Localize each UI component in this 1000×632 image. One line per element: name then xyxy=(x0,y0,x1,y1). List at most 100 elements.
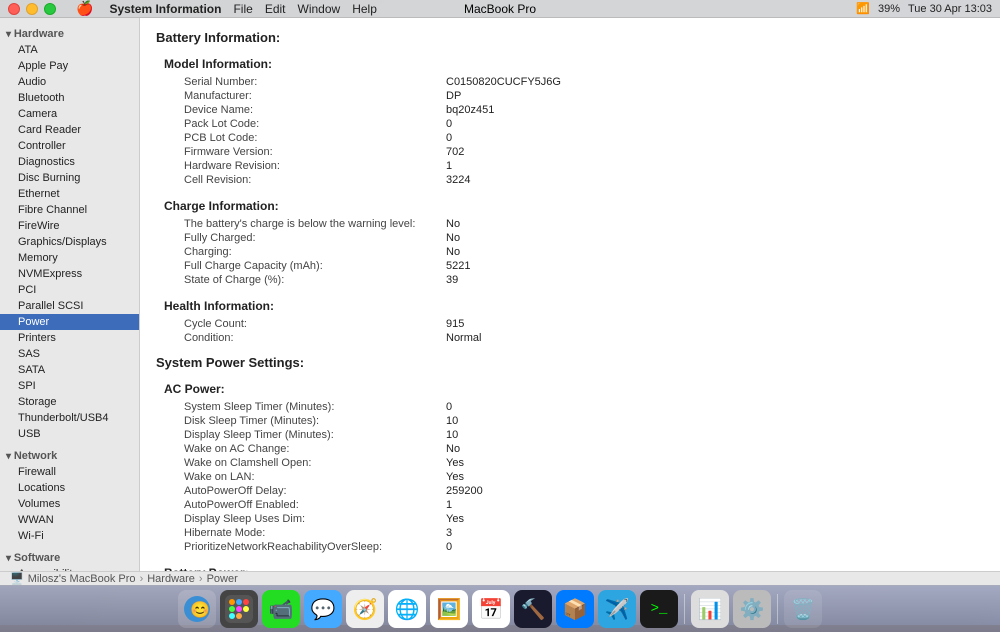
sidebar-group-network[interactable]: Network xyxy=(0,448,139,464)
statusbar: 🖥️ Milosz's MacBook Pro › Hardware › Pow… xyxy=(0,571,1000,585)
dock-telegram[interactable]: ✈️ xyxy=(598,590,636,628)
menu-help[interactable]: Help xyxy=(352,2,377,16)
sidebar-item-graphics-displays[interactable]: Graphics/Displays xyxy=(0,234,139,250)
sidebar-item-locations[interactable]: Locations xyxy=(0,480,139,496)
content-area: Battery Information: Model Information: … xyxy=(140,18,1000,571)
sidebar-item-ata[interactable]: ATA xyxy=(0,42,139,58)
table-row: System Sleep Timer (Minutes):0 xyxy=(164,400,984,414)
traffic-lights xyxy=(8,3,56,15)
table-row: Display Sleep Timer (Minutes):10 xyxy=(164,428,984,442)
sidebar-item-camera[interactable]: Camera xyxy=(0,106,139,122)
dock-system-prefs[interactable]: ⚙️ xyxy=(733,590,771,628)
sidebar-item-bluetooth[interactable]: Bluetooth xyxy=(0,90,139,106)
breadcrumb-power: Power xyxy=(207,573,238,585)
apple-logo-icon[interactable]: 🍎 xyxy=(76,0,93,17)
close-button[interactable] xyxy=(8,3,20,15)
sidebar-item-nvmexpress[interactable]: NVMExpress xyxy=(0,266,139,282)
health-info-table: Cycle Count:915 Condition:Normal xyxy=(164,317,984,345)
table-row: Pack Lot Code:0 xyxy=(164,117,984,131)
table-row: Wake on LAN:Yes xyxy=(164,470,984,484)
dock-messages[interactable]: 💬 xyxy=(304,590,342,628)
page-title: Battery Information: xyxy=(156,30,984,45)
table-row: Serial Number:C0150820CUCFY5J6G xyxy=(164,75,984,89)
dock-finder[interactable]: 😊 xyxy=(178,590,216,628)
table-row: Condition:Normal xyxy=(164,331,984,345)
sidebar-item-volumes[interactable]: Volumes xyxy=(0,496,139,512)
sidebar-item-controller[interactable]: Controller xyxy=(0,138,139,154)
table-row: PCB Lot Code:0 xyxy=(164,131,984,145)
dock-divider xyxy=(684,594,685,624)
dock-activity-monitor[interactable]: 📊 xyxy=(691,590,729,628)
dock-chrome[interactable]: 🌐 xyxy=(388,590,426,628)
sidebar-group-hardware[interactable]: Hardware xyxy=(0,26,139,42)
sidebar-item-ethernet[interactable]: Ethernet xyxy=(0,186,139,202)
sidebar-item-apple-pay[interactable]: Apple Pay xyxy=(0,58,139,74)
table-row: Hardware Revision:1 xyxy=(164,159,984,173)
breadcrumb-computer: Milosz's MacBook Pro xyxy=(28,573,136,585)
dock-facetime[interactable]: 📹 xyxy=(262,590,300,628)
sidebar-item-spi[interactable]: SPI xyxy=(0,378,139,394)
sidebar-item-usb[interactable]: USB xyxy=(0,426,139,442)
table-row: Display Sleep Uses Dim:Yes xyxy=(164,512,984,526)
table-row: Manufacturer:DP xyxy=(164,89,984,103)
window-title: MacBook Pro xyxy=(464,2,536,16)
sidebar-item-sata[interactable]: SATA xyxy=(0,362,139,378)
menu-file[interactable]: File xyxy=(233,2,252,16)
model-info-table: Serial Number:C0150820CUCFY5J6G Manufact… xyxy=(164,75,984,187)
table-row: Firmware Version:702 xyxy=(164,145,984,159)
sidebar-item-wifi[interactable]: Wi-Fi xyxy=(0,528,139,544)
table-row: Full Charge Capacity (mAh):5221 xyxy=(164,259,984,273)
sidebar-item-fibre-channel[interactable]: Fibre Channel xyxy=(0,202,139,218)
sidebar-item-firewire[interactable]: FireWire xyxy=(0,218,139,234)
ac-power-table: System Sleep Timer (Minutes):0 Disk Slee… xyxy=(164,400,984,554)
charge-info-title: Charge Information: xyxy=(164,199,984,213)
battery-indicator: 39% xyxy=(878,3,900,15)
dock-trash[interactable]: 🗑️ xyxy=(784,590,822,628)
computer-icon: 🖥️ xyxy=(10,572,24,585)
sidebar-item-card-reader[interactable]: Card Reader xyxy=(0,122,139,138)
sidebar-item-power[interactable]: Power xyxy=(0,314,139,330)
table-row: State of Charge (%):39 xyxy=(164,273,984,287)
table-row: Device Name:bq20z451 xyxy=(164,103,984,117)
ac-power-title: AC Power: xyxy=(164,382,984,396)
model-info-title: Model Information: xyxy=(164,57,984,71)
sidebar-item-disc-burning[interactable]: Disc Burning xyxy=(0,170,139,186)
dock-launchpad[interactable] xyxy=(220,590,258,628)
table-row: Cell Revision:3224 xyxy=(164,173,984,187)
menu-window[interactable]: Window xyxy=(298,2,341,16)
dock-divider-2 xyxy=(777,594,778,624)
dock-terminal[interactable]: >_ xyxy=(640,590,678,628)
table-row: Disk Sleep Timer (Minutes):10 xyxy=(164,414,984,428)
menubar-right: 📶 39% Tue 30 Apr 13:03 xyxy=(856,2,992,15)
maximize-button[interactable] xyxy=(44,3,56,15)
dock-appstore[interactable]: 📦 xyxy=(556,590,594,628)
sidebar-item-storage[interactable]: Storage xyxy=(0,394,139,410)
sidebar-item-printers[interactable]: Printers xyxy=(0,330,139,346)
menubar: 🍎 System Information File Edit Window He… xyxy=(0,0,1000,18)
sidebar-item-audio[interactable]: Audio xyxy=(0,74,139,90)
breadcrumb-arrow-1: › xyxy=(140,573,144,585)
sidebar-item-sas[interactable]: SAS xyxy=(0,346,139,362)
table-row: Fully Charged:No xyxy=(164,231,984,245)
dock-calendar[interactable]: 📅 xyxy=(472,590,510,628)
dock-safari[interactable]: 🧭 xyxy=(346,590,384,628)
menu-edit[interactable]: Edit xyxy=(265,2,286,16)
sidebar-item-parallel-scsi[interactable]: Parallel SCSI xyxy=(0,298,139,314)
sidebar-group-software[interactable]: Software xyxy=(0,550,139,566)
sidebar-item-thunderbolt[interactable]: Thunderbolt/USB4 xyxy=(0,410,139,426)
table-row: Charging:No xyxy=(164,245,984,259)
charge-info-table: The battery's charge is below the warnin… xyxy=(164,217,984,287)
table-row: The battery's charge is below the warnin… xyxy=(164,217,984,231)
sidebar: Hardware ATA Apple Pay Audio Bluetooth C… xyxy=(0,18,140,571)
svg-text:😊: 😊 xyxy=(190,601,210,619)
sidebar-item-memory[interactable]: Memory xyxy=(0,250,139,266)
sidebar-item-firewall[interactable]: Firewall xyxy=(0,464,139,480)
sidebar-item-diagnostics[interactable]: Diagnostics xyxy=(0,154,139,170)
sidebar-item-wwan[interactable]: WWAN xyxy=(0,512,139,528)
dock-photos[interactable]: 🖼️ xyxy=(430,590,468,628)
sidebar-item-pci[interactable]: PCI xyxy=(0,282,139,298)
dock-xcode[interactable]: 🔨 xyxy=(514,590,552,628)
table-row: AutoPowerOff Enabled:1 xyxy=(164,498,984,512)
breadcrumb-hardware: Hardware xyxy=(147,573,195,585)
minimize-button[interactable] xyxy=(26,3,38,15)
